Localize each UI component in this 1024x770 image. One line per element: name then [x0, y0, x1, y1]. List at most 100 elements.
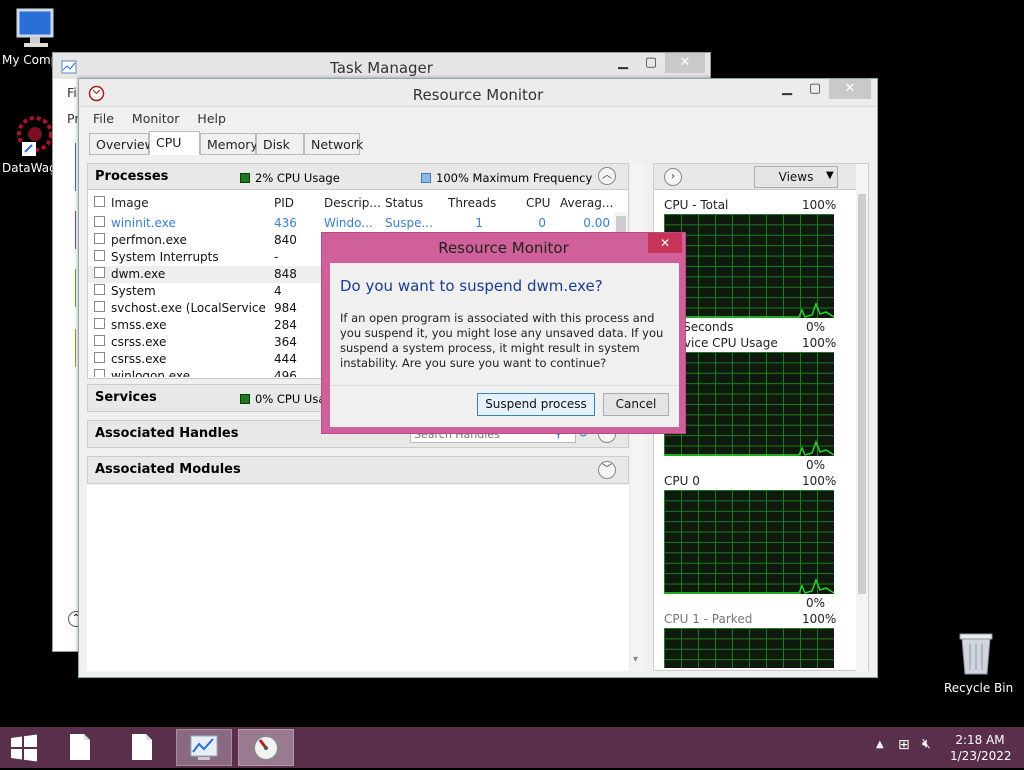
dropdown-icon[interactable]: ▼	[826, 170, 834, 181]
process-checkbox[interactable]	[94, 318, 105, 329]
menu-file[interactable]: File	[93, 111, 114, 126]
taskbar-item-task-manager[interactable]	[176, 729, 232, 766]
graph-min-label: 0%	[806, 458, 826, 472]
graph-scrollbar[interactable]	[856, 164, 868, 672]
expand-pane-icon[interactable]: ›	[664, 168, 682, 186]
empty-area	[87, 485, 629, 671]
cpu-graph	[664, 490, 834, 594]
network-icon[interactable]: ⊞	[898, 737, 910, 753]
tab-disk[interactable]: Disk	[256, 133, 304, 155]
process-threads: 1	[475, 216, 483, 230]
task-manager-icon	[190, 735, 218, 760]
show-hidden-icons[interactable]: ▲	[876, 739, 884, 750]
tab-memory[interactable]: Memory	[200, 133, 258, 155]
document-icon	[70, 734, 90, 760]
process-checkbox[interactable]	[94, 352, 105, 363]
process-image: svchost.exe (LocalServiceNo...	[111, 301, 266, 315]
process-checkbox[interactable]	[94, 284, 105, 295]
start-button[interactable]	[0, 729, 48, 766]
dialog-title: Resource Monitor	[438, 239, 569, 257]
graph-max-label: 100%	[802, 612, 837, 626]
close-button[interactable]: ✕	[829, 79, 871, 99]
column-threads[interactable]: Threads	[448, 196, 496, 210]
cpu-graph	[664, 214, 834, 318]
graph-title: CPU 1 - Parked	[664, 612, 753, 626]
suspend-dialog[interactable]: Resource Monitor ✕ Do you want to suspen…	[321, 232, 686, 434]
menu-bar: File Monitor Help	[93, 111, 240, 126]
scroll-down-icon[interactable]: ▾	[633, 654, 638, 665]
taskbar-item-file[interactable]	[52, 729, 108, 766]
process-image: winlogon.exe	[111, 369, 191, 377]
graph-max-label: 100%	[802, 198, 837, 212]
column-description[interactable]: Descrip...	[324, 196, 381, 210]
maximize-button[interactable]: ▢	[801, 79, 829, 99]
title-bar[interactable]: Resource Monitor ▁ ▢ ✕	[79, 79, 877, 107]
process-image: csrss.exe	[111, 335, 167, 349]
scrollbar-thumb[interactable]	[858, 194, 866, 594]
menu-monitor[interactable]: Monitor	[132, 111, 180, 126]
process-image: wininit.exe	[111, 216, 176, 230]
handles-title: Associated Handles	[95, 426, 239, 441]
column-status[interactable]: Status	[385, 196, 423, 210]
dialog-question: Do you want to suspend dwm.exe?	[340, 277, 603, 295]
cpu-graph	[664, 352, 834, 456]
processes-header[interactable]: Processes 2% CPU Usage 100% Maximum Freq…	[88, 164, 628, 190]
graph-max-label: 100%	[802, 474, 837, 488]
process-checkbox[interactable]	[94, 369, 105, 377]
maximize-button[interactable]: ▢	[637, 53, 665, 73]
cancel-button[interactable]: Cancel	[603, 393, 669, 416]
column-cpu[interactable]: CPU	[526, 196, 550, 210]
services-cpu-label: 0% CPU Usag	[240, 392, 333, 406]
select-all-checkbox[interactable]	[94, 196, 105, 207]
suspend-process-button[interactable]: Suspend process	[477, 393, 595, 416]
process-checkbox[interactable]	[94, 233, 105, 244]
clock-time: 2:18 AM	[955, 733, 1005, 747]
process-avg: 0.00	[583, 216, 610, 230]
process-checkbox[interactable]	[94, 335, 105, 346]
title-bar[interactable]: Task Manager ▁ ▢ ✕	[53, 53, 710, 79]
minimize-button[interactable]: ▁	[609, 53, 637, 73]
expand-icon[interactable]: ﹀	[598, 461, 616, 479]
computer-icon	[16, 8, 54, 47]
process-pid: 436	[274, 216, 297, 230]
process-pid: 284	[274, 318, 297, 332]
cpu-usage-trace	[664, 577, 834, 594]
close-icon[interactable]: ✕	[648, 233, 682, 253]
close-button[interactable]: ✕	[665, 53, 705, 73]
windows-logo-icon	[11, 734, 37, 762]
cpu-usage-trace	[664, 439, 834, 456]
process-checkbox[interactable]	[94, 267, 105, 278]
menu-help[interactable]: Help	[197, 111, 226, 126]
process-checkbox[interactable]	[94, 250, 105, 261]
process-pid: 4	[274, 284, 282, 298]
column-pid[interactable]: PID	[274, 196, 294, 210]
process-pid: 444	[274, 352, 297, 366]
tab-cpu[interactable]: CPU	[149, 131, 200, 155]
cpu-usage-swatch	[240, 394, 250, 404]
collapse-icon[interactable]: ︿	[598, 167, 616, 185]
clock[interactable]: 2:18 AM 1/23/2022	[950, 732, 1012, 764]
process-cpu: 0	[538, 216, 546, 230]
graph-toolbar: › Views ▼	[654, 164, 868, 190]
process-pid: 364	[274, 335, 297, 349]
taskbar-item-resource-monitor[interactable]	[238, 729, 294, 766]
tab-overview[interactable]: Overview	[89, 133, 155, 155]
process-row[interactable]: wininit.exe 436 Windo... Suspe... 1 0 0.00	[88, 215, 612, 232]
volume-muted-icon[interactable]: 🔇︎	[922, 736, 931, 752]
column-average[interactable]: Averag...	[560, 196, 613, 210]
process-image: smss.exe	[111, 318, 167, 332]
graph-min-label: 0%	[806, 596, 826, 610]
process-image: dwm.exe	[111, 267, 166, 281]
column-image[interactable]: Image	[111, 196, 149, 210]
desktop-icon-label: Recycle Bin	[944, 681, 1014, 695]
graph-title: CPU 0	[664, 474, 700, 488]
process-pid: 840	[274, 233, 297, 247]
tab-network[interactable]: Network	[304, 133, 363, 155]
modules-header[interactable]: Associated Modules ﹀	[88, 457, 628, 483]
taskbar-item-file[interactable]	[114, 729, 170, 766]
process-checkbox[interactable]	[94, 301, 105, 312]
minimize-button[interactable]: ▁	[773, 79, 801, 99]
max-frequency-label: 100% Maximum Frequency	[421, 171, 592, 185]
desktop-icon-recycle-bin[interactable]: Recycle Bin	[944, 630, 1014, 695]
process-checkbox[interactable]	[94, 216, 105, 227]
